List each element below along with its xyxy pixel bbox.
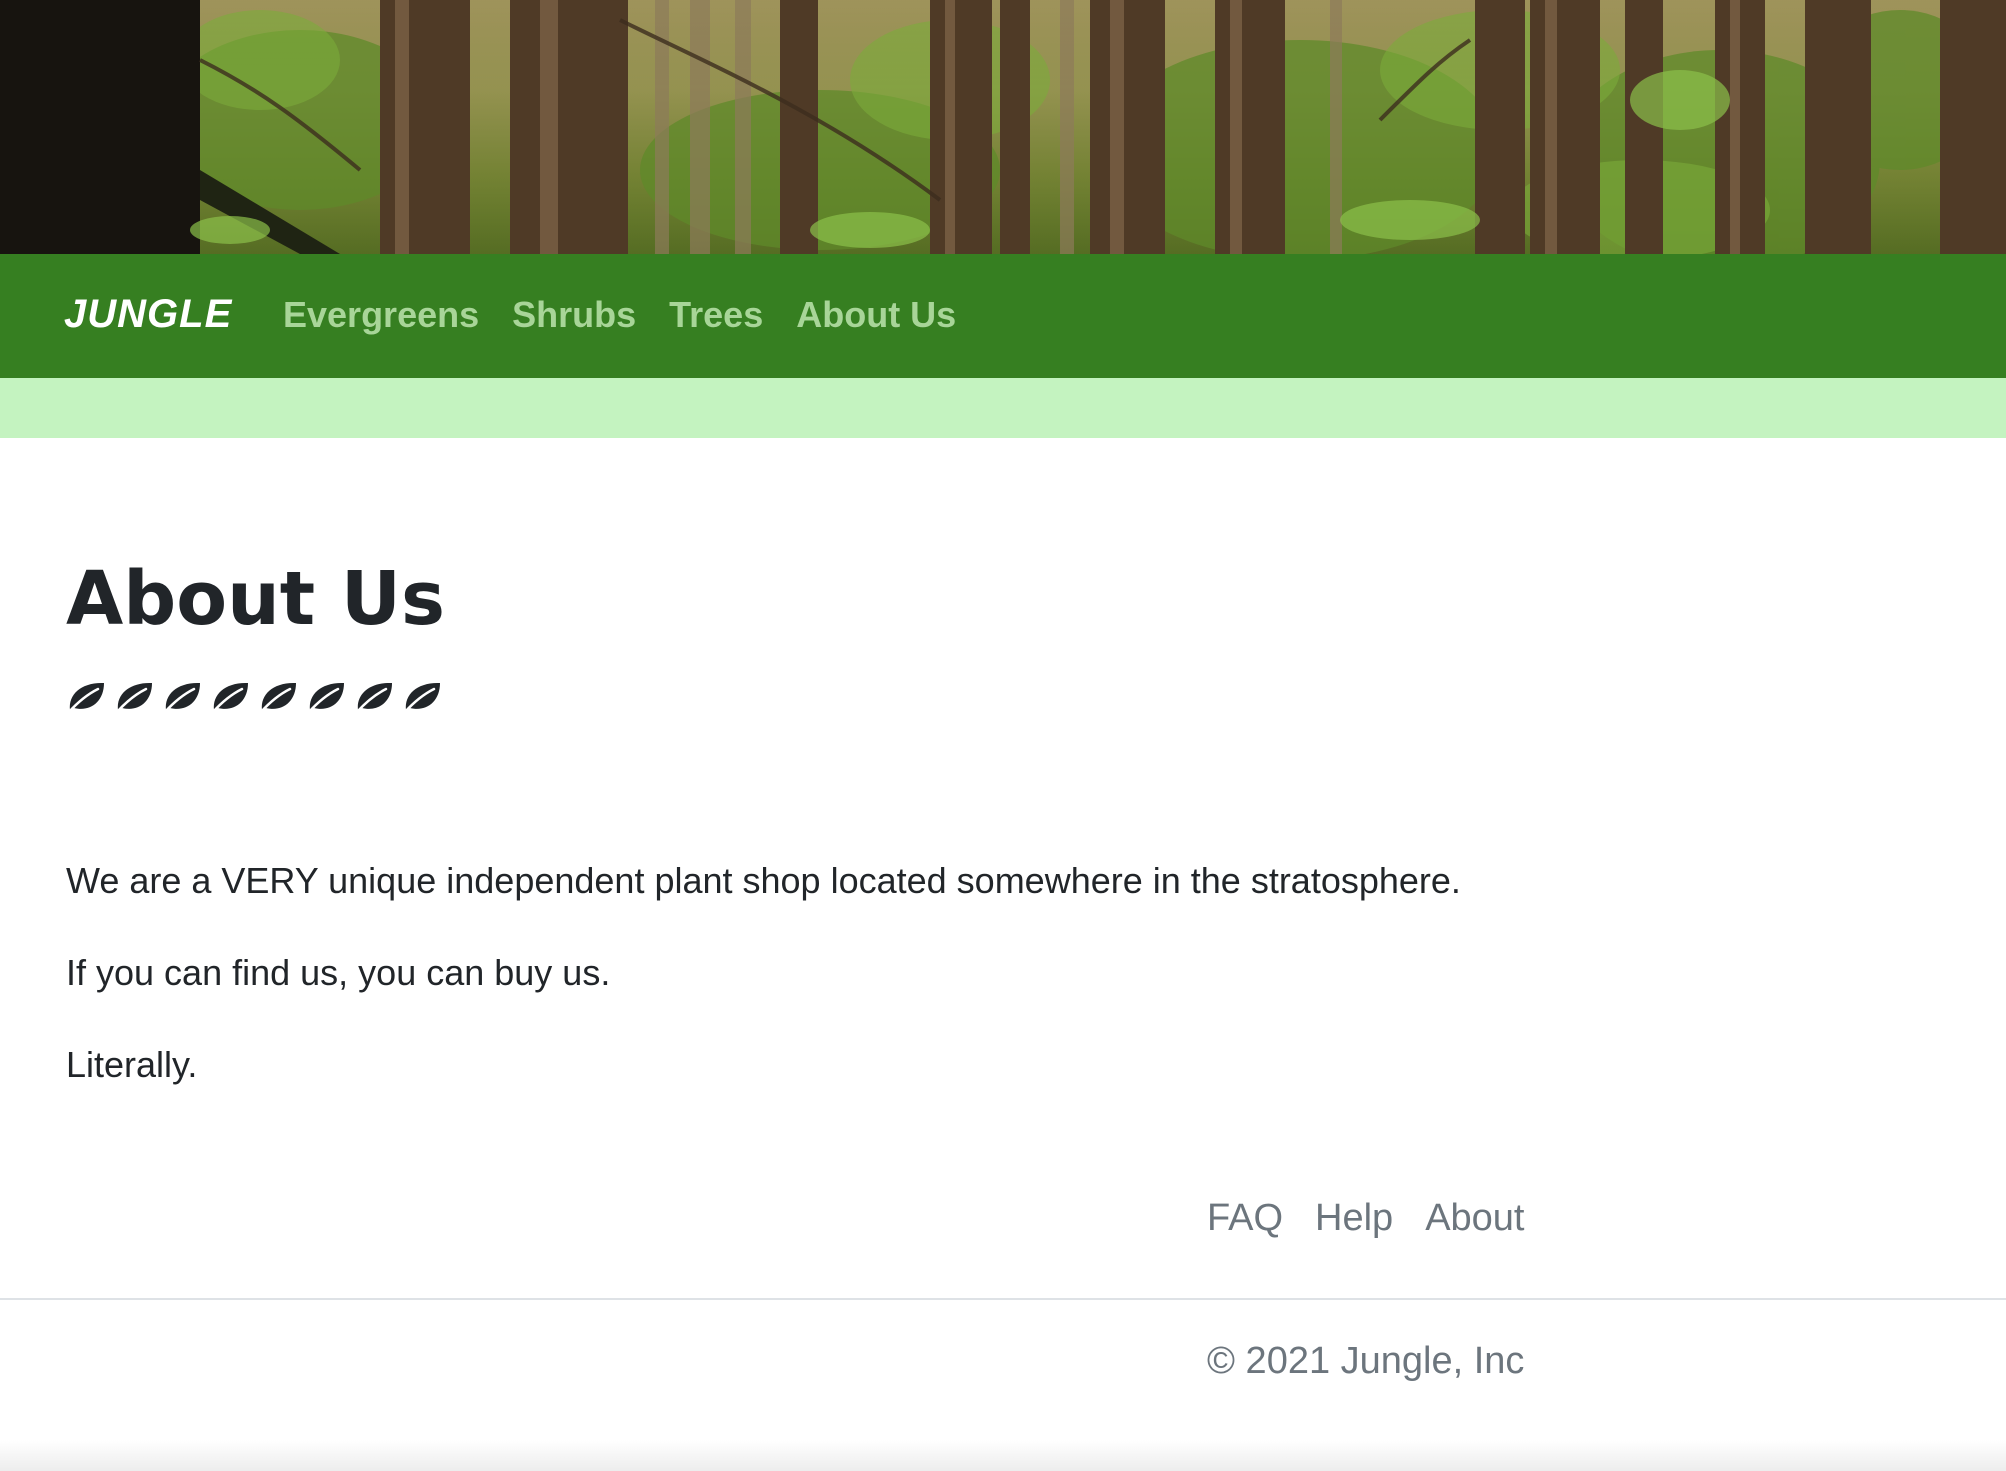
leaf-icon	[355, 682, 392, 714]
leaf-icon	[403, 682, 440, 714]
nav-link-trees[interactable]: Trees	[669, 294, 763, 336]
copyright: © 2021 Jungle, Inc	[1207, 1340, 1525, 1382]
footer-divider	[0, 1298, 2006, 1300]
footer-link-faq[interactable]: FAQ	[1207, 1197, 1283, 1240]
nav-link-evergreens[interactable]: Evergreens	[283, 294, 479, 336]
forest-illustration	[0, 0, 2006, 254]
nav-links: Evergreens Shrubs Trees About Us	[283, 294, 989, 336]
about-paragraph-2: If you can find us, you can buy us.	[66, 952, 611, 993]
page-title: About Us	[66, 556, 446, 642]
bottom-shade	[0, 1440, 2006, 1471]
hero-forest-image	[0, 0, 2006, 254]
footer-link-about[interactable]: About	[1425, 1197, 1524, 1240]
leaf-icon	[259, 682, 296, 714]
leaf-icon	[163, 682, 200, 714]
about-paragraph-1: We are a VERY unique independent plant s…	[66, 860, 1461, 901]
leaf-icon	[67, 682, 104, 714]
navbar: JUNGLE Evergreens Shrubs Trees About Us	[0, 254, 2006, 378]
about-paragraph-3: Literally.	[66, 1044, 198, 1085]
leaf-icon-row	[66, 680, 450, 714]
brand-logo[interactable]: JUNGLE	[64, 292, 232, 337]
leaf-icon	[211, 682, 248, 714]
leaf-icon	[307, 682, 344, 714]
nav-link-about-us[interactable]: About Us	[796, 294, 956, 336]
leaf-icon	[115, 682, 152, 714]
sub-banner	[0, 378, 2006, 438]
nav-link-shrubs[interactable]: Shrubs	[512, 294, 636, 336]
footer-links: FAQ Help About	[1207, 1197, 1557, 1240]
footer-link-help[interactable]: Help	[1315, 1197, 1393, 1240]
